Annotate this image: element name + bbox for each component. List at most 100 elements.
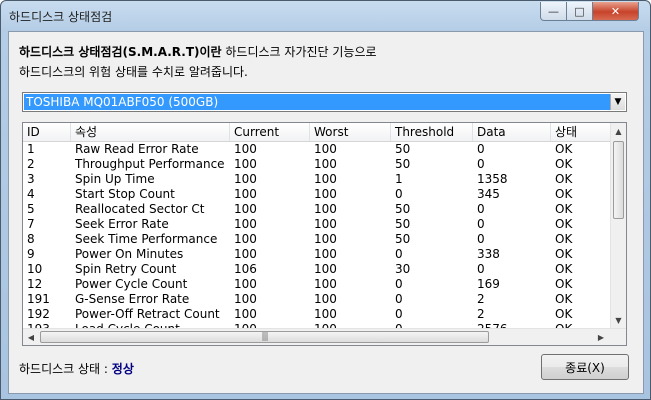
table-cell: 0	[477, 232, 485, 246]
table-cell: Power-Off Retract Count	[75, 307, 220, 321]
table-cell: 100	[314, 202, 337, 216]
table-cell: 0	[395, 187, 403, 201]
table-cell: 10	[27, 262, 43, 276]
table-cell: 100	[314, 277, 337, 291]
smart-attribute-table[interactable]: ID 속성 Current Worst Threshold Data 상태 1 Raw Rea…	[22, 122, 627, 346]
dropdown-arrow-icon[interactable]: ▼	[610, 94, 625, 110]
table-cell: 4	[27, 187, 35, 201]
column-header[interactable]: Data	[473, 123, 551, 141]
table-cell: OK	[555, 142, 573, 156]
disk-status: 하드디스크 상태 : 정상	[19, 360, 134, 377]
table-cell: 0	[395, 307, 403, 321]
table-cell: 0	[477, 157, 485, 171]
table-cell: 100	[234, 247, 257, 261]
table-cell: 50	[395, 202, 411, 216]
scroll-down-icon[interactable]: ▼	[611, 312, 626, 328]
title-bar[interactable]: 하드디스크 상태점검 — □ ✕	[1, 1, 650, 31]
horizontal-scroll-thumb[interactable]: |||	[40, 331, 489, 343]
table-cell: 106	[234, 262, 257, 276]
table-row[interactable]: 4 Start Stop Count 100 100 0 345 OK	[23, 187, 613, 202]
disk-selected-value: TOSHIBA MQ01ABF050 (500GB)	[24, 94, 610, 110]
table-row[interactable]: 2 Throughput Performance 100 100 50 0 OK	[23, 157, 613, 172]
table-cell: Seek Time Performance	[75, 232, 218, 246]
scroll-up-icon[interactable]: ▲	[611, 123, 626, 139]
table-cell: 1358	[477, 172, 508, 186]
disk-status-label: 하드디스크 상태 :	[19, 362, 112, 376]
table-cell: 169	[477, 277, 500, 291]
description-line2: 하드디스크의 위험 상태를 수치로 알려줍니다.	[19, 65, 248, 79]
table-cell: 50	[395, 157, 411, 171]
table-cell: OK	[555, 187, 573, 201]
scroll-left-icon[interactable]: ◀	[23, 329, 39, 345]
table-cell: 100	[314, 187, 337, 201]
table-cell: 100	[234, 307, 257, 321]
table-cell: 0	[395, 277, 403, 291]
table-cell: 100	[314, 307, 337, 321]
table-cell: 2	[27, 157, 35, 171]
table-row[interactable]: 3 Spin Up Time 100 100 1 1358 OK	[23, 172, 613, 187]
vertical-scroll-thumb[interactable]	[613, 141, 624, 219]
table-row[interactable]: 1 Raw Read Error Rate 100 100 50 0 OK	[23, 142, 613, 157]
table-row[interactable]: 10 Spin Retry Count 106 100 30 0 OK	[23, 262, 613, 277]
table-cell: 192	[27, 307, 50, 321]
table-cell: Start Stop Count	[75, 187, 175, 201]
vertical-scrollbar[interactable]: ▲ ▼	[610, 123, 626, 328]
description-bold: 하드디스크 상태점검(S.M.A.R.T)이란	[19, 45, 222, 59]
table-cell: 338	[477, 247, 500, 261]
table-cell: OK	[555, 217, 573, 231]
table-cell: 8	[27, 232, 35, 246]
column-header[interactable]: ID	[23, 123, 71, 141]
maximize-button[interactable]: □	[566, 2, 593, 21]
table-cell: Spin Retry Count	[75, 262, 177, 276]
table-cell: 100	[234, 202, 257, 216]
table-cell: OK	[555, 202, 573, 216]
table-cell: 0	[477, 217, 485, 231]
table-cell: 9	[27, 247, 35, 261]
table-cell: Spin Up Time	[75, 172, 155, 186]
close-window-button[interactable]: ✕	[592, 2, 639, 21]
table-cell: OK	[555, 172, 573, 186]
table-cell: 50	[395, 217, 411, 231]
window-title: 하드디스크 상태점검	[9, 10, 113, 24]
table-cell: 345	[477, 187, 500, 201]
disk-select-dropdown[interactable]: TOSHIBA MQ01ABF050 (500GB) ▼	[22, 92, 627, 112]
column-header[interactable]: Worst	[310, 123, 391, 141]
table-cell: 100	[234, 232, 257, 246]
table-cell: 100	[234, 142, 257, 156]
exit-button[interactable]: 종료(X)	[541, 354, 629, 380]
table-cell: 100	[234, 157, 257, 171]
minimize-button[interactable]: —	[540, 2, 567, 21]
table-cell: Raw Read Error Rate	[75, 142, 199, 156]
table-cell: OK	[555, 262, 573, 276]
dialog-client-area: 하드디스크 상태점검(S.M.A.R.T)이란 하드디스크 자가진단 기능으로 …	[8, 31, 644, 394]
table-row[interactable]: 191 G-Sense Error Rate 100 100 0 2 OK	[23, 292, 613, 307]
table-cell: G-Sense Error Rate	[75, 292, 190, 306]
table-cell: 191	[27, 292, 50, 306]
table-row[interactable]: 12 Power Cycle Count 100 100 0 169 OK	[23, 277, 613, 292]
column-header[interactable]: 속성	[71, 123, 230, 141]
table-row[interactable]: 9 Power On Minutes 100 100 0 338 OK	[23, 247, 613, 262]
horizontal-scrollbar[interactable]: ◀ ||| ▶	[23, 328, 626, 345]
table-cell: 100	[314, 292, 337, 306]
table-cell: Reallocated Sector Ct	[75, 202, 205, 216]
table-cell: OK	[555, 157, 573, 171]
table-cell: 0	[477, 142, 485, 156]
table-cell: 7	[27, 217, 35, 231]
column-header[interactable]: Threshold	[391, 123, 473, 141]
table-row[interactable]: 192 Power-Off Retract Count 100 100 0 2 OK	[23, 307, 613, 322]
table-row[interactable]: 7 Seek Error Rate 100 100 50 0 OK	[23, 217, 613, 232]
table-cell: 100	[314, 217, 337, 231]
table-cell: 1	[27, 142, 35, 156]
table-row[interactable]: 5 Reallocated Sector Ct 100 100 50 0 OK	[23, 202, 613, 217]
table-cell: 100	[234, 217, 257, 231]
column-header[interactable]: 상태	[551, 123, 613, 141]
table-row[interactable]: 8 Seek Time Performance 100 100 50 0 OK	[23, 232, 613, 247]
table-cell: Power On Minutes	[75, 247, 184, 261]
table-header: ID 속성 Current Worst Threshold Data 상태	[23, 123, 613, 142]
column-header[interactable]: Current	[230, 123, 310, 141]
scroll-right-icon[interactable]: ▶	[593, 329, 609, 345]
description-line1: 하드디스크 자가진단 기능으로	[221, 45, 377, 59]
table-cell: 0	[395, 247, 403, 261]
table-cell: 100	[234, 187, 257, 201]
table-cell: 50	[395, 142, 411, 156]
